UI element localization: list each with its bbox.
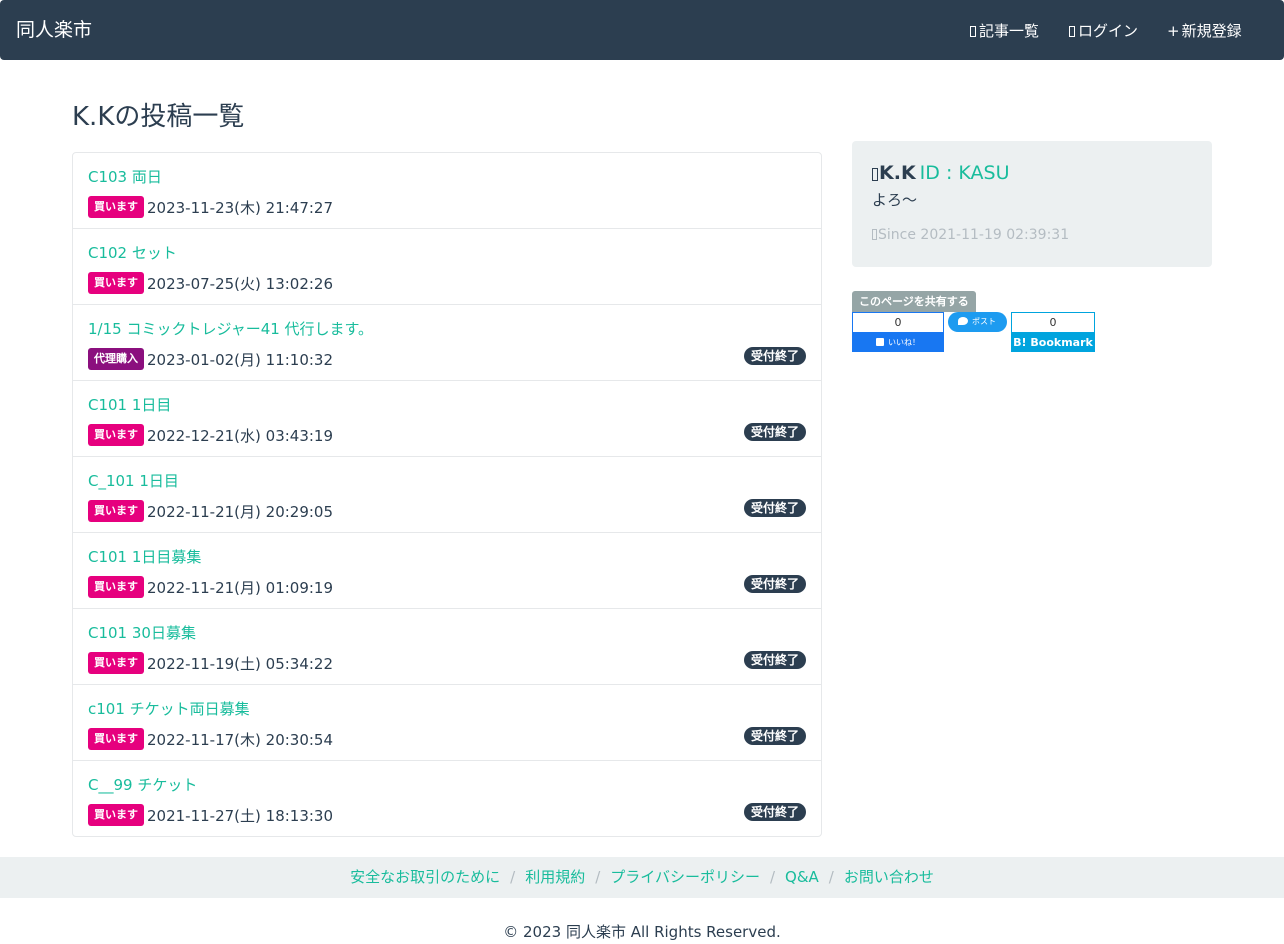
nav-login[interactable]: ログイン [1069, 21, 1138, 41]
footer-separator: / [595, 868, 601, 886]
post-meta: 買います 2022-12-21(水) 03:43:19 [88, 424, 333, 446]
login-icon [1069, 26, 1075, 37]
post-meta: 買います 2021-11-27(土) 18:13:30 [88, 804, 333, 826]
twitter-share-button[interactable]: ポスト [948, 312, 1007, 332]
copyright: © 2023 同人楽市 All Rights Reserved. [503, 923, 781, 941]
status-badge: 受付終了 [743, 803, 806, 821]
site-brand[interactable]: 同人楽市 [16, 18, 92, 42]
post-date: 2023-01-02(月) 11:10:32 [147, 350, 334, 369]
status-badge: 受付終了 [743, 347, 806, 365]
twitter-share-label: ポスト [972, 317, 996, 326]
profile-since-text: Since 2021-11-19 02:39:31 [878, 227, 1070, 243]
page-title: K.Kの投稿一覧 [72, 102, 245, 132]
post-title-link[interactable]: C101 30日募集 [88, 623, 196, 643]
plus-icon: + [1167, 22, 1180, 40]
facebook-like[interactable]: いいね！ [852, 333, 944, 352]
post-meta: 買います 2023-11-23(木) 21:47:27 [88, 196, 333, 218]
post-title-link[interactable]: C101 1日目募集 [88, 547, 201, 567]
post-type-badge: 買います [88, 196, 144, 218]
profile-since: Since 2021-11-19 02:39:31 [872, 226, 1069, 244]
profile-name-row: K.K ID : KASU [872, 161, 1009, 186]
post-title-link[interactable]: c101 チケット両日募集 [88, 699, 250, 719]
footer-link[interactable]: 利用規約 [525, 868, 585, 886]
footer-separator: / [828, 868, 834, 886]
twitter-bird-icon [958, 317, 968, 325]
post-date: 2022-12-21(水) 03:43:19 [147, 426, 334, 445]
post-date: 2021-11-27(土) 18:13:30 [147, 806, 334, 825]
footer-link[interactable]: お問い合わせ [844, 868, 934, 886]
profile-card: K.K ID : KASU よろ〜 Since 2021-11-19 02:39:… [852, 141, 1212, 267]
top-navbar: 同人楽市 記事一覧 ログイン + 新規登録 [0, 0, 1284, 60]
user-icon [872, 168, 878, 181]
nav-articles[interactable]: 記事一覧 [970, 21, 1039, 41]
post-date: 2022-11-17(木) 20:30:54 [147, 730, 334, 749]
post-date: 2022-11-21(月) 01:09:19 [147, 578, 334, 597]
status-badge: 受付終了 [743, 575, 806, 593]
thumbs-up-icon [876, 338, 884, 346]
status-badge: 受付終了 [743, 499, 806, 517]
post-title-link[interactable]: C__99 チケット [88, 775, 197, 795]
post-item: C__99 チケット 買います 2021-11-27(土) 18:13:30 受付終了 [73, 761, 821, 836]
post-item: C101 30日募集 買います 2022-11-19(土) 05:34:22 受付終了 [73, 609, 821, 685]
post-meta: 買います 2022-11-17(木) 20:30:54 [88, 728, 333, 750]
facebook-count: 0 [852, 312, 944, 333]
status-badge: 受付終了 [743, 423, 806, 441]
post-item: C101 1日目 買います 2022-12-21(水) 03:43:19 受付終了 [73, 381, 821, 457]
nav-register[interactable]: + 新規登録 [1167, 21, 1242, 41]
post-date: 2023-07-25(火) 13:02:26 [147, 274, 334, 293]
post-type-badge: 代理購入 [88, 348, 144, 370]
post-item: C102 セット 買います 2023-07-25(火) 13:02:26 [73, 229, 821, 305]
nav-articles-label: 記事一覧 [979, 22, 1040, 40]
facebook-like-label: いいね！ [888, 338, 920, 347]
post-type-badge: 買います [88, 500, 144, 522]
footer-link[interactable]: 安全なお取引のために [350, 868, 500, 886]
nav-login-label: ログイン [1078, 22, 1139, 40]
profile-bio: よろ〜 [872, 191, 918, 209]
hatena-bookmark[interactable]: B! Bookmark [1011, 333, 1095, 352]
footer-separator: / [510, 868, 516, 886]
post-title-link[interactable]: C103 両日 [88, 167, 162, 187]
status-badge: 受付終了 [743, 727, 806, 745]
profile-id: ID : KASU [919, 162, 1010, 184]
post-meta: 代理購入 2023-01-02(月) 11:10:32 [88, 348, 333, 370]
post-type-badge: 買います [88, 804, 144, 826]
profile-name: K.K [879, 162, 916, 184]
post-title-link[interactable]: C102 セット [88, 243, 177, 263]
post-type-badge: 買います [88, 576, 144, 598]
post-date: 2022-11-21(月) 20:29:05 [147, 502, 334, 521]
post-type-badge: 買います [88, 272, 144, 294]
footer-link[interactable]: Q&A [785, 868, 819, 886]
post-date: 2022-11-19(土) 05:34:22 [147, 654, 334, 673]
post-title-link[interactable]: C101 1日目 [88, 395, 171, 415]
post-title-link[interactable]: C_101 1日目 [88, 471, 179, 491]
share-label: このページを共有する [852, 291, 976, 312]
post-type-badge: 買います [88, 652, 144, 674]
post-item: C101 1日目募集 買います 2022-11-21(月) 01:09:19 受付終了 [73, 533, 821, 609]
post-type-badge: 買います [88, 424, 144, 446]
post-item: c101 チケット両日募集 買います 2022-11-17(木) 20:30:54 受… [73, 685, 821, 761]
post-item: C_101 1日目 買います 2022-11-21(月) 20:29:05 受付終了 [73, 457, 821, 533]
post-list: C103 両日 買います 2023-11-23(木) 21:47:27 C102 セッ… [72, 152, 822, 837]
post-meta: 買います 2022-11-21(月) 20:29:05 [88, 500, 333, 522]
status-badge: 受付終了 [743, 651, 806, 669]
hatena-count: 0 [1011, 312, 1095, 333]
post-item: C103 両日 買います 2023-11-23(木) 21:47:27 [73, 153, 821, 229]
post-meta: 買います 2022-11-19(土) 05:34:22 [88, 652, 333, 674]
post-date: 2023-11-23(木) 21:47:27 [147, 198, 334, 217]
post-meta: 買います 2022-11-21(月) 01:09:19 [88, 576, 333, 598]
post-type-badge: 買います [88, 728, 144, 750]
list-icon [970, 26, 976, 37]
facebook-like-button[interactable]: 0 いいね！ [852, 312, 944, 352]
clock-icon [872, 229, 877, 240]
post-item: 1/15 コミックトレジャー41 代行します。 代理購入 2023-01-02(月)… [73, 305, 821, 381]
footer-nav: 安全なお取引のために / 利用規約 / プライバシーポリシー / Q&A / お問い合わせ [0, 857, 1284, 898]
post-title-link[interactable]: 1/15 コミックトレジャー41 代行します。 [88, 319, 373, 339]
footer-separator: / [769, 868, 776, 886]
footer-link[interactable]: プライバシーポリシー [610, 868, 760, 886]
post-meta: 買います 2023-07-25(火) 13:02:26 [88, 272, 333, 294]
nav-register-label: 新規登録 [1181, 22, 1242, 40]
hatena-bookmark-button[interactable]: 0 B! Bookmark [1011, 312, 1095, 352]
